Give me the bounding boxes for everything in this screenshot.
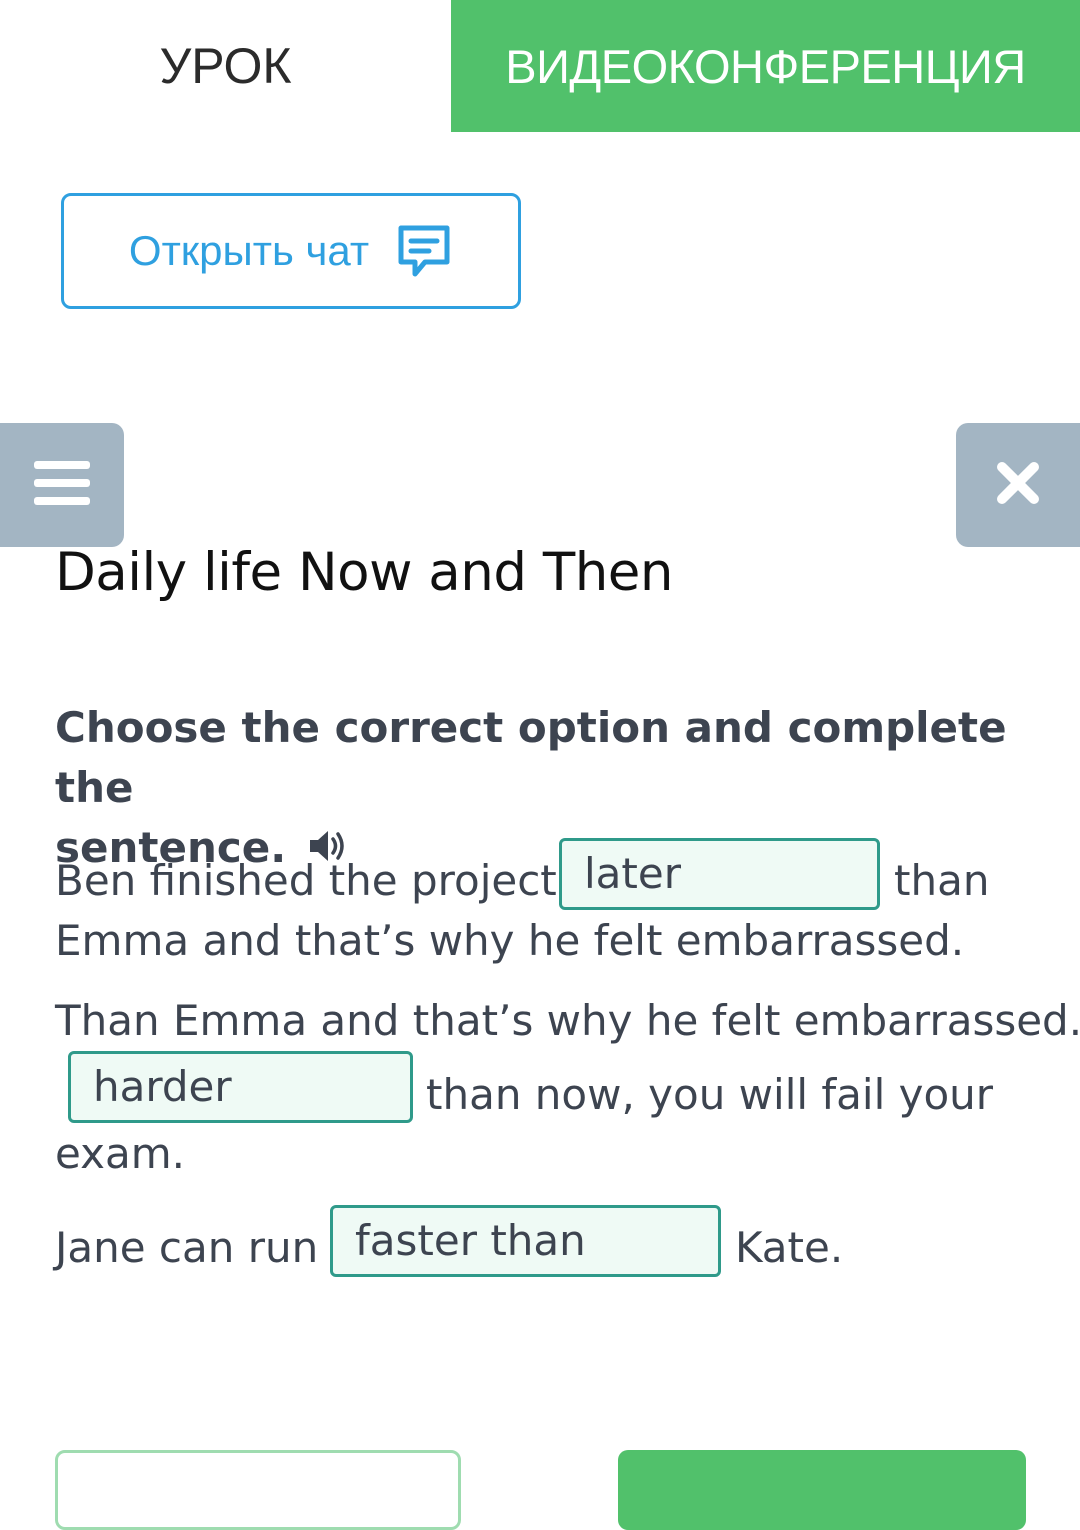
- answer-field-3[interactable]: faster than: [330, 1205, 721, 1277]
- answer-field-1[interactable]: later: [559, 838, 880, 910]
- open-chat-label: Открыть чат: [128, 227, 370, 274]
- close-icon: [994, 459, 1042, 511]
- back-button[interactable]: [55, 1450, 461, 1530]
- instruction-line-1: Choose the correct option and complete t…: [55, 703, 1007, 812]
- tab-lesson[interactable]: УРОК: [0, 0, 451, 132]
- menu-button[interactable]: [0, 423, 124, 547]
- tab-videoconference[interactable]: ВИДЕОКОНФЕРЕНЦИЯ: [451, 0, 1080, 132]
- close-button[interactable]: [956, 423, 1080, 547]
- sentence-1-continuation: Emma and that’s why he felt embarrassed.: [55, 916, 965, 965]
- sentence-2-after: than now, you will fail your: [426, 1070, 994, 1119]
- open-chat-button[interactable]: Открыть чат: [61, 193, 521, 309]
- tab-bar: УРОК ВИДЕОКОНФЕРЕНЦИЯ: [0, 0, 1080, 132]
- hamburger-menu-icon: [33, 459, 91, 511]
- sentence-2-continuation: exam.: [55, 1129, 185, 1178]
- lesson-title: Daily life Now and Then: [55, 542, 674, 603]
- answer-field-2[interactable]: harder: [68, 1051, 413, 1123]
- sentence-1-after: than: [894, 856, 990, 905]
- next-button[interactable]: [618, 1450, 1026, 1530]
- sentence-3-after: Kate.: [735, 1223, 844, 1272]
- sentence-2-before: Than Emma and that’s why he felt embarra…: [55, 996, 1080, 1045]
- sentence-1-before: Ben finished the project: [55, 856, 557, 905]
- sentence-3-before: Jane can run: [55, 1223, 319, 1272]
- chat-bubble-icon: [395, 222, 453, 280]
